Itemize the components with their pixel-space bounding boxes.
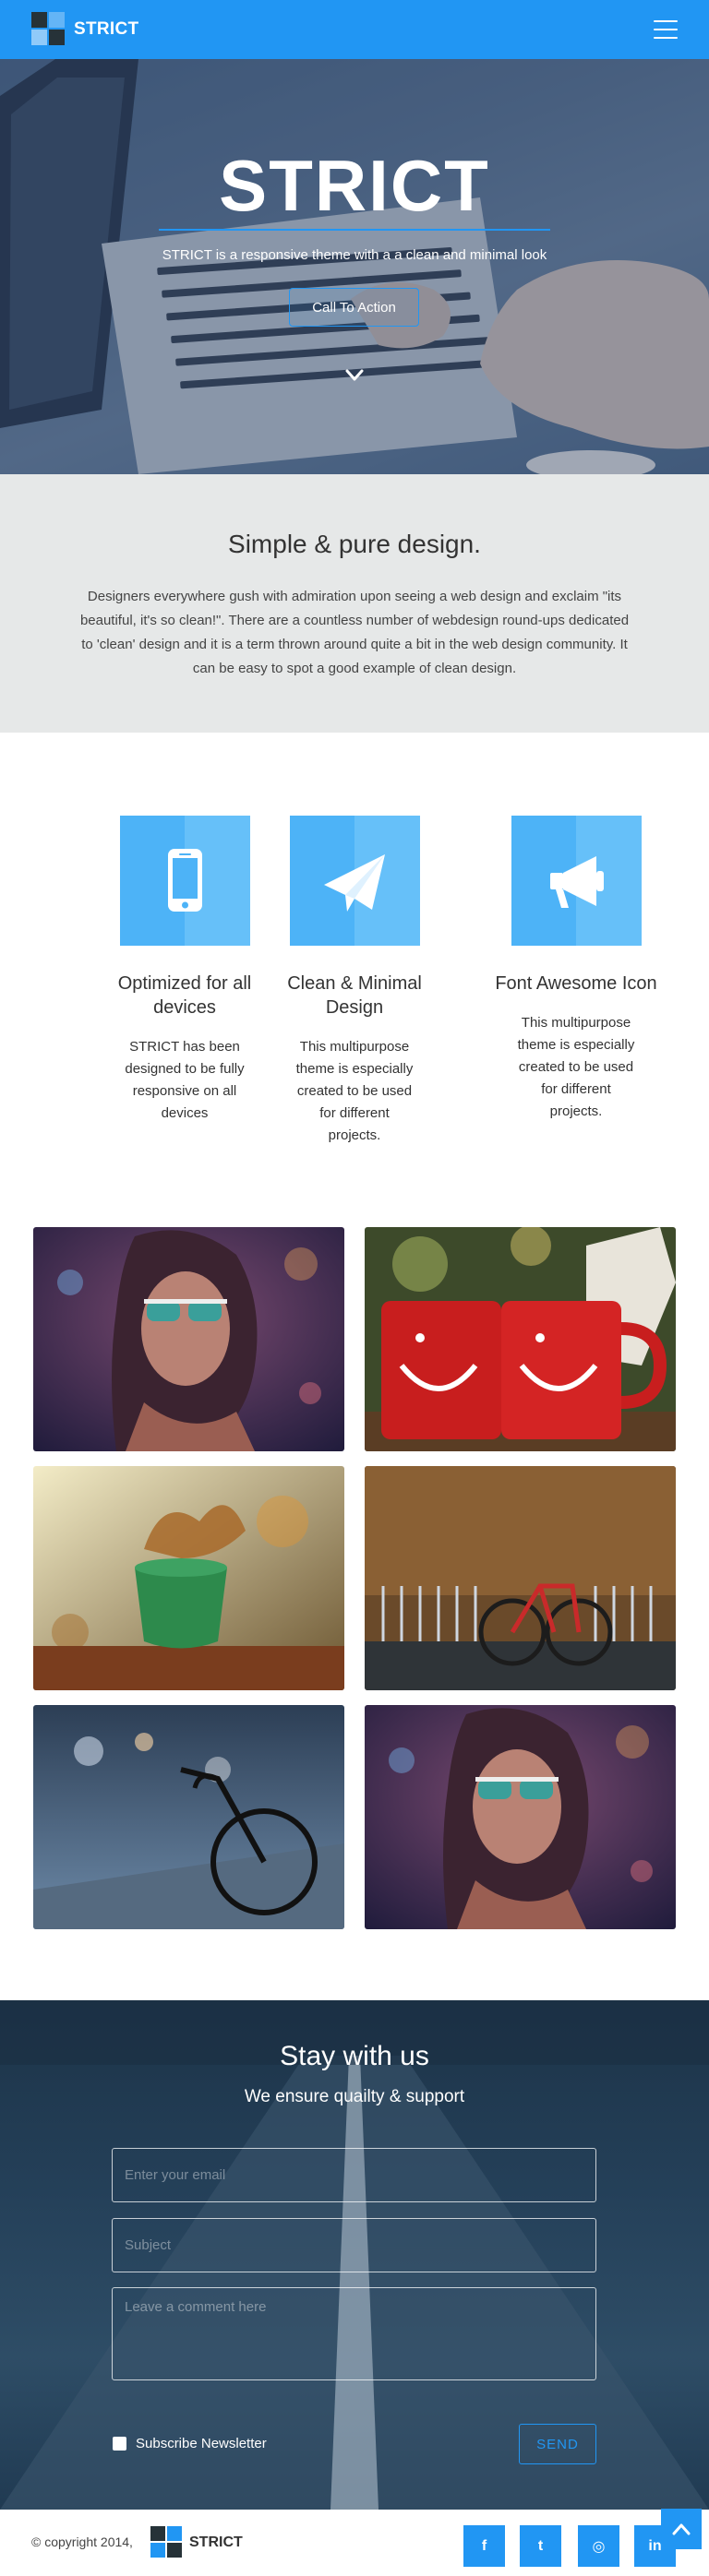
feature-description: This multipurpose theme is especially cr…	[295, 1039, 414, 1143]
brand-name: STRICT	[74, 19, 139, 39]
chevron-up-icon	[672, 2523, 691, 2535]
gallery-image-green-cup-splash[interactable]	[33, 1466, 344, 1690]
hero-title: STRICT	[219, 145, 490, 226]
logo-icon	[31, 12, 66, 47]
subscribe-label: Subscribe Newsletter	[136, 2436, 267, 2451]
intro-body: Designers everywhere gush with admiratio…	[79, 589, 630, 676]
send-button[interactable]: SEND	[519, 2424, 596, 2464]
chevron-down-icon[interactable]	[345, 369, 364, 382]
feature-description: STRICT has been designed to be fully res…	[125, 1039, 245, 1121]
email-field[interactable]	[112, 2148, 596, 2202]
contact-section: Stay with us We ensure quailty & support…	[0, 2000, 709, 2510]
gallery-image-bicycle-street[interactable]	[33, 1705, 344, 1929]
gallery-image-red-mugs[interactable]	[365, 1227, 676, 1451]
subscribe-newsletter[interactable]: Subscribe Newsletter	[113, 2436, 267, 2451]
mobile-phone-icon	[167, 849, 202, 912]
comment-field[interactable]	[112, 2287, 596, 2380]
hero-overlay	[0, 59, 709, 474]
copyright-text: © copyright 2014,	[31, 2534, 133, 2549]
hamburger-menu-icon[interactable]	[654, 20, 678, 39]
footer-brand-name: STRICT	[189, 2534, 243, 2550]
contact-lead: We ensure quailty & support	[244, 2087, 465, 2106]
twitter-icon[interactable]: t	[520, 2525, 561, 2567]
footer-brand[interactable]: STRICT	[150, 2526, 243, 2559]
call-to-action-button[interactable]: Call To Action	[289, 288, 419, 327]
hero-divider	[159, 229, 550, 231]
feature-card: Clean & Minimal Design This multipurpose…	[271, 816, 438, 1147]
brand[interactable]: STRICT	[31, 12, 138, 47]
gallery-image-woman-sunglasses[interactable]	[365, 1705, 676, 1929]
feature-icon-tile	[289, 816, 420, 946]
feature-title: Font Awesome Icon	[495, 973, 657, 994]
site-footer: © copyright 2014, STRICT f t ◎ in	[0, 2510, 709, 2576]
intro-section: Simple & pure design. Designers everywhe…	[0, 474, 709, 733]
feature-icon-tile	[511, 816, 642, 946]
hero-subtitle: STRICT is a responsive theme with a a cl…	[162, 247, 547, 263]
subscribe-checkbox[interactable]	[113, 2437, 126, 2451]
hero-section: STRICT STRICT is a responsive theme with…	[0, 59, 709, 474]
paper-plane-icon	[323, 854, 385, 912]
feature-title: Optimized for all devices	[117, 973, 252, 1018]
feature-card: Optimized for all devices STRICT has bee…	[102, 816, 268, 1125]
feature-title: Clean & Minimal Design	[287, 973, 422, 1018]
logo-icon	[150, 2526, 184, 2559]
site-header: STRICT	[0, 0, 709, 59]
megaphone-icon	[549, 856, 604, 908]
contact-heading: Stay with us	[280, 2041, 429, 2071]
dribbble-icon[interactable]: ◎	[578, 2525, 619, 2567]
facebook-icon[interactable]: f	[463, 2525, 505, 2567]
gallery-image-red-bicycle[interactable]	[365, 1466, 676, 1690]
gallery-image-woman-sunglasses[interactable]	[33, 1227, 344, 1451]
intro-heading: Simple & pure design.	[228, 530, 481, 558]
subject-field[interactable]	[112, 2218, 596, 2272]
back-to-top-button[interactable]	[661, 2509, 702, 2549]
feature-card: Font Awesome Icon This multipurpose them…	[493, 816, 659, 1123]
feature-description: This multipurpose theme is especially cr…	[517, 1015, 635, 1119]
feature-icon-tile	[119, 816, 250, 946]
